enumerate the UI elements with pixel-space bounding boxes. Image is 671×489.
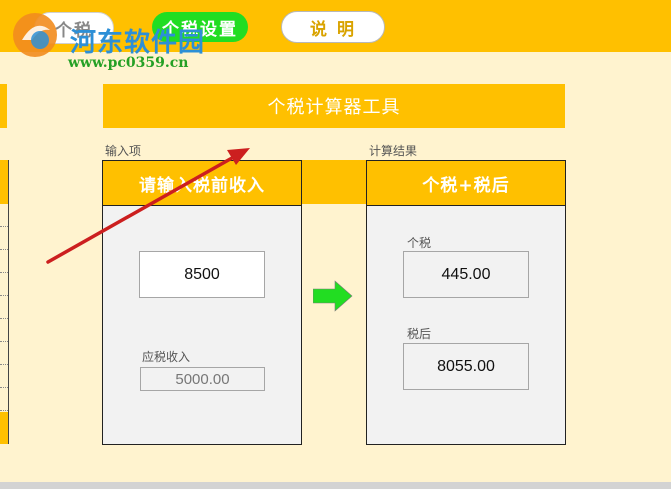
watermark-logo-icon <box>13 13 57 57</box>
taxable-income-value: 5000.00 <box>140 367 265 391</box>
output-caption: 计算结果 <box>369 144 418 158</box>
right-arrow-icon <box>313 280 353 312</box>
tax-label: 个税 <box>407 236 432 250</box>
left-panel-footer-edge <box>0 412 9 444</box>
bottom-scroll-bar[interactable] <box>0 482 671 489</box>
taxable-income-label: 应税收入 <box>142 350 191 364</box>
watermark-site-name: 河东软件园 <box>70 28 206 58</box>
input-caption: 输入项 <box>105 144 142 158</box>
left-panel-header-edge <box>0 160 9 204</box>
red-pointer-arrow-icon <box>46 148 250 264</box>
left-panel-table-edge <box>0 204 9 412</box>
watermark: 河东软件园 www.pc0359.cn <box>6 8 246 72</box>
header-connector-strip <box>301 160 367 204</box>
help-button[interactable]: 说 明 <box>281 11 385 43</box>
after-tax-value: 8055.00 <box>403 343 529 390</box>
calculator-title: 个税计算器工具 <box>103 84 565 128</box>
output-panel: 个税+税后 个税 445.00 税后 8055.00 <box>366 160 566 445</box>
input-panel-title: 请输入税前收入 <box>103 161 301 206</box>
watermark-url: www.pc0359.cn <box>68 55 189 71</box>
pretax-income-input[interactable]: 8500 <box>139 251 265 298</box>
input-panel: 请输入税前收入 8500 应税收入 5000.00 <box>102 160 302 445</box>
output-panel-title: 个税+税后 <box>367 161 565 206</box>
left-panel-banner-edge <box>0 84 7 128</box>
after-tax-label: 税后 <box>407 327 432 341</box>
tax-value: 445.00 <box>403 251 529 298</box>
